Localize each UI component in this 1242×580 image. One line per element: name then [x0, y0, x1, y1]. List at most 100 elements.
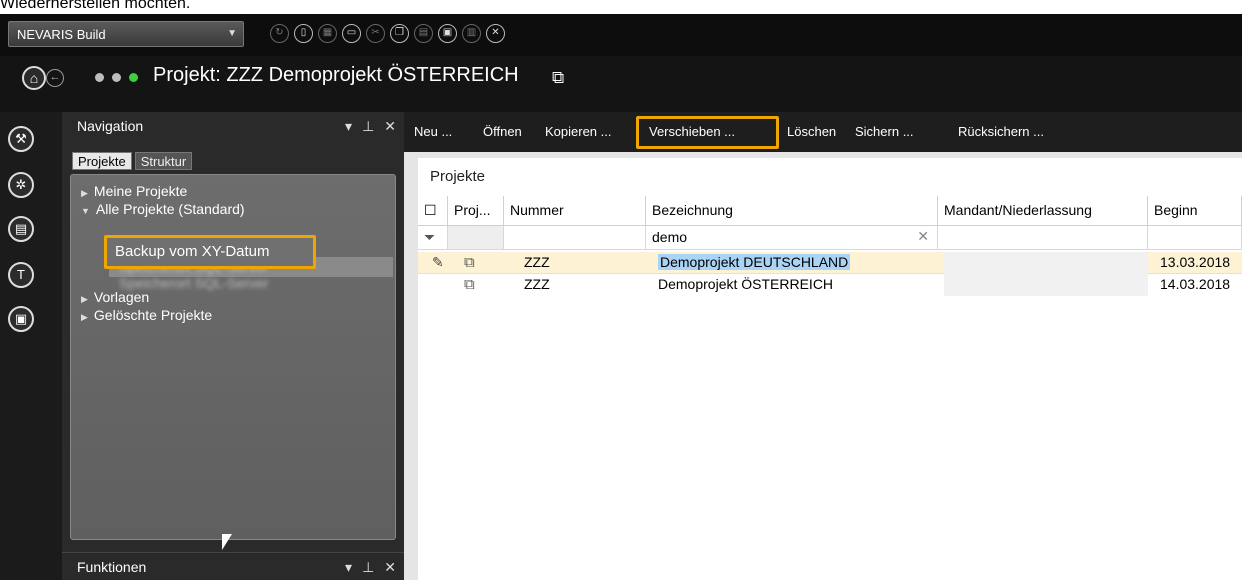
column-header-beginn[interactable]: Beginn [1148, 196, 1242, 226]
menu-restore[interactable]: Rücksichern ... [958, 124, 1044, 139]
filter-cell[interactable] [1148, 226, 1242, 250]
project-title: Projekt: ZZZ Demoprojekt ÖSTERREICH [153, 64, 519, 86]
menu-delete[interactable]: Löschen [787, 124, 836, 139]
panel-controls: ▾ ⊥ ✕ [345, 559, 396, 576]
close-icon[interactable]: ✕ [384, 118, 396, 135]
window-icon[interactable]: ▣ [8, 306, 34, 332]
quick-toolbar: ↻ ▯ ▦ ▭ ✂ ❐ ▤ ▣ ▥ ✕ [270, 24, 505, 43]
pencil-icon: ✎ [432, 254, 444, 270]
paste-icon[interactable]: ▤ [414, 24, 433, 43]
tab-projekte[interactable]: Projekte [72, 152, 132, 170]
column-header-mandant[interactable]: Mandant/Niederlassung [938, 196, 1148, 226]
calculator-icon[interactable]: ▤ [8, 216, 34, 242]
status-dot [95, 73, 104, 82]
column-chooser-icon[interactable]: ☐ [418, 196, 448, 226]
cell-nummer: ZZZ [524, 254, 550, 270]
status-dot [129, 73, 138, 82]
tree-item-all-projects[interactable]: ▼ Alle Projekte (Standard) [81, 201, 245, 217]
external-link-icon[interactable]: ⧉ [458, 274, 481, 296]
project-tree: ▶ Meine Projekte ▼ Alle Projekte (Standard… [70, 174, 396, 540]
filter-cell[interactable] [448, 226, 504, 250]
functions-header: Funktionen ▾ ⊥ ✕ [62, 552, 404, 580]
tree-item-my-projects[interactable]: ▶ Meine Projekte [81, 183, 187, 199]
column-header-proj[interactable]: Proj... [448, 196, 504, 226]
loading-icon[interactable]: ✲ [8, 172, 34, 198]
tree-item-label: Vorlagen [93, 289, 150, 305]
chevron-down-icon: ▼ [227, 28, 237, 39]
external-link-icon[interactable]: ⧉ [552, 68, 564, 88]
cut-icon[interactable]: ✂ [366, 24, 385, 43]
grid-icon[interactable]: ▦ [318, 24, 337, 43]
cell-bezeichnung: Demoprojekt DEUTSCHLAND [652, 252, 856, 274]
functions-title: Funktionen [77, 559, 147, 575]
save-icon[interactable]: ▣ [438, 24, 457, 43]
menu-copy[interactable]: Kopieren ... [545, 124, 612, 139]
grid-title: Projekte [430, 168, 486, 185]
panel-controls: ▾ ⊥ ✕ [345, 118, 396, 135]
pin-icon[interactable]: ⊥ [362, 118, 374, 135]
tab-struktur[interactable]: Struktur [134, 152, 193, 170]
home-icon[interactable]: ⌂ [22, 66, 46, 90]
status-dot [112, 73, 121, 82]
navigation-title: Navigation [77, 118, 144, 134]
expand-arrow-icon: ▶ [81, 294, 88, 304]
filter-cell[interactable] [938, 226, 1148, 250]
close-icon[interactable]: ✕ [384, 559, 396, 576]
navigation-panel: Navigation ▾ ⊥ ✕ Projekte Struktur ▶ Mein… [62, 112, 404, 580]
menu-new[interactable]: Neu ... [414, 124, 452, 139]
tree-item-label: Backup vom XY-Datum [115, 243, 270, 260]
menu-save[interactable]: Sichern ... [855, 124, 914, 139]
external-link-icon[interactable]: ⧉ [458, 252, 481, 274]
menu-bar: Neu ... Öffnen Kopieren ... Verschieben … [404, 112, 1242, 152]
column-header-nummer[interactable]: Nummer [504, 196, 646, 226]
caption-text: Wiederherstellen möchten. [0, 0, 191, 12]
tree-item-label: Alle Projekte (Standard) [95, 201, 245, 217]
expand-arrow-icon: ▶ [81, 312, 88, 322]
pin-icon[interactable]: ⊥ [362, 559, 374, 576]
table-row[interactable]: ✎ ⧉ ZZZ Demoprojekt DEUTSCHLAND 13.03.20… [418, 252, 1242, 274]
filter-icon: ⏷ [418, 226, 448, 250]
filter-value: demo [652, 229, 688, 245]
menu-open[interactable]: Öffnen [483, 124, 522, 139]
dropdown-icon[interactable]: ▾ [345, 559, 352, 576]
left-icon-strip: ⚒ ✲ ▤ T ▣ [0, 112, 62, 580]
navigation-tabs: Projekte Struktur [72, 152, 193, 170]
title-row: ⌂ ← Projekt: ZZZ Demoprojekt ÖSTERREICH … [0, 56, 1242, 112]
selected-text: Demoprojekt DEUTSCHLAND [658, 254, 851, 270]
top-bar: NEVARIS Build ▼ ↻ ▯ ▦ ▭ ✂ ❐ ▤ ▣ ▥ ✕ [0, 14, 1242, 56]
clear-filter-icon[interactable]: ✕ [917, 228, 929, 245]
cell-bezeichnung: Demoprojekt ÖSTERREICH [658, 276, 834, 292]
tools-icon[interactable]: ⚒ [8, 126, 34, 152]
back-arrow-icon[interactable]: ← [46, 69, 64, 87]
projects-grid: Projekte ☐ Proj... Nummer Bezeichnung Ma… [418, 158, 1242, 580]
tree-item-deleted[interactable]: ▶ Gelöschte Projekte [81, 307, 212, 323]
menu-move[interactable]: Verschieben ... [649, 124, 735, 139]
tree-item-templates[interactable]: ▶ Vorlagen [81, 289, 149, 305]
app-selector-label: NEVARIS Build [17, 27, 106, 42]
filter-input-bezeichnung[interactable]: demo ✕ [646, 226, 938, 250]
expand-arrow-icon: ▶ [81, 188, 88, 198]
navigation-header: Navigation ▾ ⊥ ✕ [62, 112, 404, 142]
table-row[interactable]: ⧉ ZZZ Demoprojekt ÖSTERREICH 14.03.2018 [418, 274, 1242, 296]
filter-cell[interactable] [504, 226, 646, 250]
cell-mandant [944, 252, 1148, 274]
print-icon[interactable]: ▥ [462, 24, 481, 43]
cell-beginn: 13.03.2018 [1160, 254, 1231, 270]
tree-item-label: Gelöschte Projekte [93, 307, 213, 323]
collapse-arrow-icon: ▼ [81, 206, 90, 216]
new-doc-icon[interactable]: ▯ [294, 24, 313, 43]
open-folder-icon[interactable]: ▭ [342, 24, 361, 43]
dropdown-icon[interactable]: ▾ [345, 118, 352, 135]
column-header-bezeichnung[interactable]: Bezeichnung [646, 196, 938, 226]
reload-icon[interactable]: ↻ [270, 24, 289, 43]
mouse-cursor-icon [222, 534, 232, 550]
tree-item-backup-highlight[interactable]: Backup vom XY-Datum [104, 235, 316, 269]
cell-beginn: 14.03.2018 [1160, 276, 1231, 292]
app-selector[interactable]: NEVARIS Build ▼ [8, 21, 244, 47]
text-icon[interactable]: T [8, 262, 34, 288]
close-icon[interactable]: ✕ [486, 24, 505, 43]
copy-icon[interactable]: ❐ [390, 24, 409, 43]
tree-item-label: Meine Projekte [93, 183, 188, 199]
cell-nummer: ZZZ [524, 276, 550, 292]
cell-mandant [944, 274, 1148, 296]
